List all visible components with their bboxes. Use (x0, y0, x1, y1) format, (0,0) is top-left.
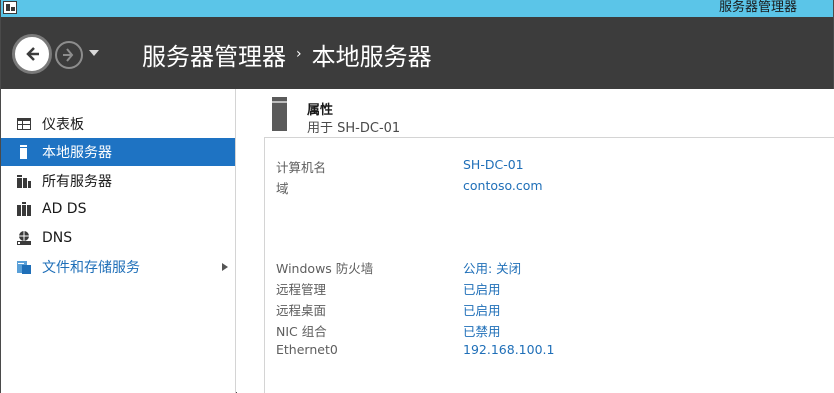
property-row-remote-management: 远程管理 已启用 (265, 277, 825, 297)
dns-icon (16, 230, 32, 246)
sidebar-item-label: 所有服务器 (42, 174, 112, 190)
server-properties-icon (272, 97, 287, 131)
property-row-nic-teaming: NIC 组合 已禁用 (265, 319, 825, 339)
sidebar-item-label: 文件和存储服务 (42, 260, 140, 276)
local-server-icon (16, 144, 32, 160)
title-bar: 服务器管理器 (1, 0, 833, 17)
property-value-link[interactable]: 已启用 (463, 300, 501, 319)
property-row-domain: 域 contoso.com (265, 176, 825, 196)
header-bar: 服务器管理器 › 本地服务器 (1, 17, 833, 89)
server-manager-app-icon (3, 1, 17, 14)
properties-title: 属性 (307, 103, 334, 118)
sidebar-item-label: 仪表板 (42, 117, 84, 133)
sidebar-item-all-servers[interactable]: 所有服务器 (1, 167, 235, 195)
property-label: NIC 组合 (276, 324, 327, 339)
arrow-right-icon (63, 48, 74, 62)
breadcrumb: 服务器管理器 › 本地服务器 (142, 37, 432, 71)
property-row-remote-desktop: 远程桌面 已启用 (265, 298, 825, 318)
property-value-link[interactable]: 公用: 关闭 (463, 258, 521, 277)
file-storage-icon (16, 259, 32, 275)
sidebar-item-file-storage[interactable]: 文件和存储服务 (1, 253, 235, 281)
main-content: 属性 用于 SH-DC-01 计算机名 SH-DC-01 域 contoso.c… (237, 89, 834, 393)
property-label: Ethernet0 (276, 342, 338, 357)
property-value-link[interactable]: SH-DC-01 (463, 157, 524, 172)
sidebar-item-label: DNS (42, 230, 73, 246)
forward-button[interactable] (55, 41, 83, 69)
back-button[interactable] (12, 34, 52, 74)
ad-ds-icon (16, 201, 32, 217)
breadcrumb-item-local-server: 本地服务器 (311, 42, 432, 71)
property-row-firewall: Windows 防火墙 公用: 关闭 (265, 256, 825, 276)
property-row-computer-name: 计算机名 SH-DC-01 (265, 155, 825, 175)
property-label: 远程管理 (276, 282, 327, 297)
all-servers-icon (16, 173, 32, 189)
property-value-link[interactable]: 已禁用 (463, 321, 501, 340)
expand-arrow-icon[interactable] (222, 263, 228, 271)
property-label: 远程桌面 (276, 303, 327, 318)
history-dropdown-icon[interactable] (89, 50, 99, 56)
server-manager-window: 服务器管理器 服务器管理器 › 本地服务器 仪表板 本地服务器 所有服务器 AD… (0, 0, 834, 393)
property-label: Windows 防火墙 (276, 261, 374, 276)
breadcrumb-separator: › (296, 46, 302, 62)
property-label: 域 (276, 181, 289, 196)
breadcrumb-item-server-manager[interactable]: 服务器管理器 (142, 37, 286, 72)
properties-panel: 计算机名 SH-DC-01 域 contoso.com Windows 防火墙 … (264, 137, 834, 393)
property-value-link[interactable]: contoso.com (463, 178, 543, 193)
sidebar-item-label: 本地服务器 (42, 145, 112, 161)
properties-subtitle: 用于 SH-DC-01 (307, 121, 401, 136)
property-value-link[interactable]: 已启用 (463, 279, 501, 298)
window-title: 服务器管理器 (718, 0, 797, 15)
property-value-link[interactable]: 192.168.100.1 (463, 342, 554, 357)
sidebar: 仪表板 本地服务器 所有服务器 AD DS DNS 文件和存储服务 (1, 89, 236, 393)
sidebar-item-ad-ds[interactable]: AD DS (1, 195, 235, 223)
sidebar-item-local-server[interactable]: 本地服务器 (1, 138, 235, 166)
sidebar-item-dashboard[interactable]: 仪表板 (1, 110, 235, 138)
dashboard-icon (16, 116, 32, 132)
property-label: 计算机名 (276, 160, 327, 175)
property-row-ethernet0: Ethernet0 192.168.100.1 (265, 340, 825, 360)
arrow-left-icon (26, 47, 39, 61)
sidebar-item-label: AD DS (42, 201, 87, 217)
sidebar-item-dns[interactable]: DNS (1, 224, 235, 252)
